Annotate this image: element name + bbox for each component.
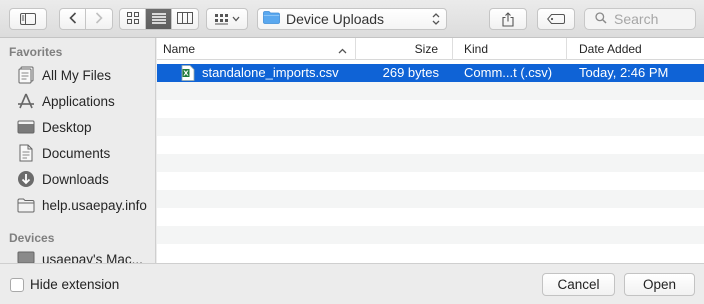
- column-header-label: Kind: [464, 42, 489, 56]
- file-date-added: Today, 2:46 PM: [579, 65, 669, 80]
- file-kind: Comm...t (.csv): [464, 65, 553, 80]
- sidebar-item-all-my-files[interactable]: All My Files: [16, 63, 154, 87]
- arrange-menu-button[interactable]: [206, 8, 248, 30]
- empty-row: [157, 226, 704, 244]
- folder-icon: [16, 195, 36, 215]
- open-button[interactable]: Open: [624, 273, 695, 296]
- sidebar-item-downloads[interactable]: Downloads: [16, 167, 154, 191]
- chevron-down-icon: [232, 16, 240, 22]
- sidebar-item-device-mac[interactable]: usaepay's Mac...: [16, 247, 154, 263]
- tag-icon: [547, 14, 565, 24]
- open-button-label: Open: [642, 277, 677, 292]
- column-header-label: Name: [163, 42, 196, 56]
- list-icon: [151, 12, 166, 27]
- column-header-label: Size: [414, 42, 438, 56]
- hide-extension-label: Hide extension: [30, 277, 120, 292]
- share-icon: [502, 11, 514, 27]
- csv-file-icon: X: [181, 65, 195, 83]
- sidebar-item-help-usaepay[interactable]: help.usaepay.info: [16, 193, 154, 217]
- search-field[interactable]: Search: [584, 8, 696, 30]
- all-files-icon: [16, 65, 36, 85]
- arrange-grid-icon: [214, 13, 229, 25]
- search-icon: [595, 11, 607, 27]
- column-header-size[interactable]: Size: [356, 38, 453, 60]
- documents-icon: [16, 143, 36, 163]
- edit-tags-button[interactable]: [537, 8, 575, 30]
- sidebar-item-label: help.usaepay.info: [42, 197, 147, 213]
- file-name: standalone_imports.csv: [202, 65, 339, 80]
- sort-ascending-icon: [338, 39, 347, 61]
- cancel-button[interactable]: Cancel: [542, 273, 615, 296]
- columns-icon: [177, 11, 193, 27]
- desktop-folder-icon: [16, 117, 36, 137]
- location-popup[interactable]: Device Uploads: [257, 8, 447, 30]
- share-button[interactable]: [489, 8, 527, 30]
- dialog-footer: Hide extension Cancel Open: [0, 263, 704, 304]
- chevron-left-icon: [68, 11, 77, 27]
- toolbar: Device Uploads Search: [0, 0, 704, 38]
- icon-grid-icon: [126, 11, 139, 27]
- table-row[interactable]: X standalone_imports.csv 269 bytes Comm.…: [157, 64, 704, 82]
- column-header-kind[interactable]: Kind: [453, 38, 567, 60]
- file-size: 269 bytes: [382, 65, 439, 80]
- hide-extension-checkbox[interactable]: [10, 278, 24, 292]
- sidebar: Favorites All My Files Applications Desk…: [0, 38, 156, 263]
- svg-text:X: X: [183, 70, 189, 78]
- folder-icon: [263, 11, 280, 27]
- favorites-header: Favorites: [9, 45, 63, 59]
- column-header-label: Date Added: [579, 42, 642, 56]
- empty-row: [157, 136, 704, 154]
- devices-header: Devices: [9, 231, 55, 245]
- view-mode-control: [119, 8, 199, 30]
- empty-row: [157, 100, 704, 118]
- icon-view-button[interactable]: [120, 9, 146, 29]
- file-list: Name Size Kind Date Added X standalone_i…: [157, 38, 704, 263]
- empty-row: [157, 244, 704, 262]
- applications-icon: [16, 91, 36, 111]
- sidebar-item-label: Desktop: [42, 119, 92, 135]
- downloads-icon: [16, 169, 36, 189]
- empty-row: [157, 208, 704, 226]
- list-view-button[interactable]: [146, 9, 172, 29]
- sidebar-item-label: usaepay's Mac...: [42, 251, 143, 264]
- empty-row: [157, 172, 704, 190]
- chevron-right-icon: [95, 11, 103, 27]
- column-view-button[interactable]: [172, 9, 198, 29]
- sidebar-item-label: Downloads: [42, 171, 109, 187]
- sidebar-item-label: Applications: [42, 93, 115, 109]
- sidebar-item-label: Documents: [42, 145, 111, 161]
- sidebar-item-documents[interactable]: Documents: [16, 141, 154, 165]
- forward-button[interactable]: [86, 9, 112, 29]
- cancel-button-label: Cancel: [557, 277, 600, 292]
- empty-row: [157, 190, 704, 208]
- column-header-date-added[interactable]: Date Added: [567, 38, 704, 60]
- sidebar-toggle-button[interactable]: [9, 8, 47, 30]
- sidebar-item-desktop[interactable]: Desktop: [16, 115, 154, 139]
- sidebar-item-applications[interactable]: Applications: [16, 89, 154, 113]
- search-placeholder: Search: [614, 11, 659, 27]
- sidebar-icon: [20, 13, 36, 25]
- column-header-name[interactable]: Name: [157, 38, 356, 60]
- back-forward-control: [59, 8, 113, 30]
- back-button[interactable]: [60, 9, 86, 29]
- empty-row: [157, 118, 704, 136]
- column-header-row: Name Size Kind Date Added: [157, 38, 704, 60]
- computer-icon: [16, 249, 36, 263]
- empty-row: [157, 154, 704, 172]
- empty-row: [157, 82, 704, 100]
- sidebar-item-label: All My Files: [42, 67, 112, 83]
- updown-arrows-icon: [432, 12, 440, 29]
- location-label: Device Uploads: [286, 11, 385, 27]
